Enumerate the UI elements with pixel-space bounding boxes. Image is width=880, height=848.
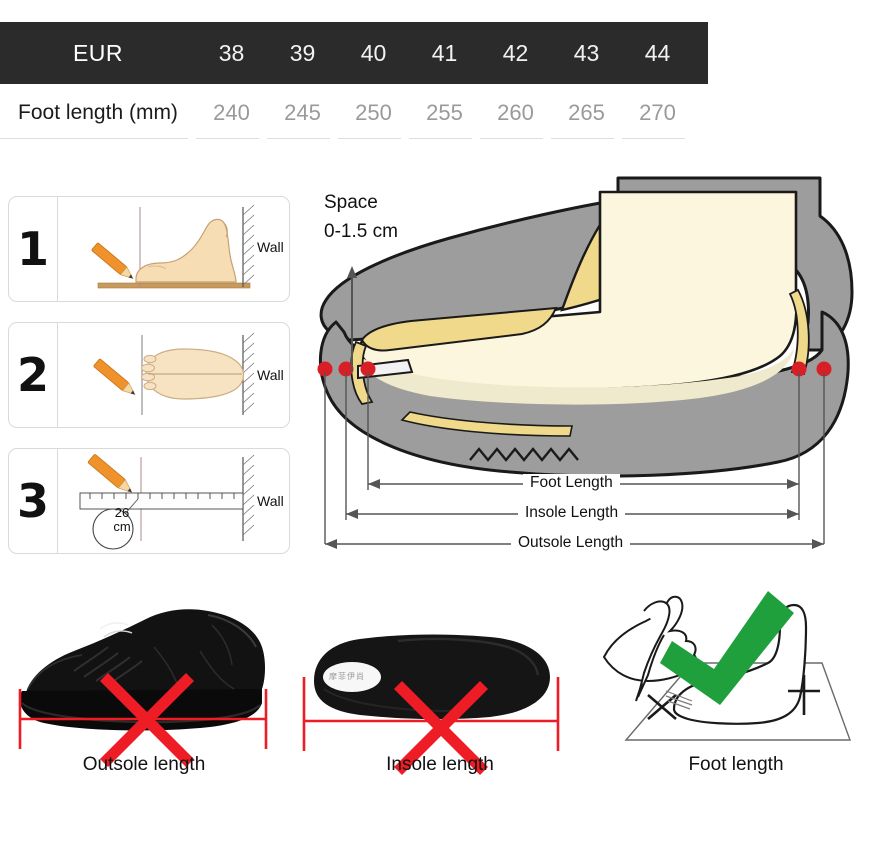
foot-side-pencil-icon <box>91 204 255 289</box>
step-2-illustration: Wall <box>58 323 289 427</box>
foot-top-pencil-icon <box>93 332 255 415</box>
size-cell-eur-4: 42 <box>502 39 529 66</box>
size-cell-eur-3: 41 <box>431 39 458 66</box>
size-cell-eur-6: 44 <box>644 39 671 66</box>
size-table-header-label: EUR <box>72 39 124 66</box>
size-table-header-row: EUR 38 39 40 41 42 43 44 <box>0 22 708 84</box>
panel-foot-caption: Foot length <box>688 754 784 775</box>
size-cell-len-5: 265 <box>568 100 605 125</box>
foot-tracing-icon <box>602 591 851 741</box>
step-2-wall-label: Wall <box>257 367 284 383</box>
panel-foot: Foot length <box>592 585 880 810</box>
size-table-row-label: Foot length (mm) <box>18 101 178 124</box>
step-1-number: 1 <box>9 197 58 301</box>
step-1: 1 Wall <box>8 196 290 302</box>
size-cell-eur-1: 39 <box>289 39 316 66</box>
step-1-illustration: Wall <box>58 197 289 301</box>
space-annotation-line2: 0-1.5 cm <box>324 221 398 243</box>
size-cell-eur-2: 40 <box>360 39 387 66</box>
space-annotation: Space 0-1.5 cm <box>324 188 398 247</box>
step-3-wall-label: Wall <box>257 493 284 509</box>
step-1-wall-label: Wall <box>257 239 284 255</box>
panel-outsole: Outsole length <box>4 585 284 810</box>
size-cell-len-6: 270 <box>639 100 676 125</box>
size-cell-len-4: 260 <box>497 100 534 125</box>
size-cell-eur-5: 43 <box>573 39 600 66</box>
size-table-foot-length-row: Foot length (mm) 240 245 250 255 260 265… <box>0 84 708 142</box>
panel-insole-caption: Insole length <box>386 754 494 775</box>
size-cell-len-1: 245 <box>284 100 321 125</box>
space-annotation-line1: Space <box>324 192 378 213</box>
step-3-illustration: 26 cm Wall <box>58 449 289 553</box>
size-table: EUR 38 39 40 41 42 43 44 Foot length (mm… <box>0 22 708 142</box>
size-cell-eur-0: 38 <box>218 39 245 66</box>
panel-outsole-caption: Outsole length <box>82 754 206 775</box>
insole-watermark: 摩菲伊尚 <box>329 672 365 681</box>
size-table-bottom-rule <box>0 138 708 140</box>
panel-insole: 摩菲伊尚 Insole length <box>294 585 586 810</box>
shoe-cross-section-diagram: Space 0-1.5 cm Foot Length Insole Length… <box>300 172 876 572</box>
step-3: 3 26 cm Wall <box>8 448 290 554</box>
step-2-number: 2 <box>9 323 58 427</box>
step-2: 2 Wall <box>8 322 290 428</box>
size-cell-len-2: 250 <box>355 100 392 125</box>
measure-steps-list: 1 Wall 2 Wall 3 26 cm Wall <box>8 196 290 574</box>
size-cell-len-0: 240 <box>213 100 250 125</box>
step-3-measure-value: 26 <box>114 505 130 520</box>
step-3-number: 3 <box>9 449 58 553</box>
comparison-panels: Outsole length 摩菲伊尚 Insole length Foot l… <box>0 585 880 810</box>
step-3-measure-unit: cm <box>113 519 131 534</box>
size-cell-len-3: 255 <box>426 100 463 125</box>
ruler-pencil-icon <box>79 454 255 550</box>
